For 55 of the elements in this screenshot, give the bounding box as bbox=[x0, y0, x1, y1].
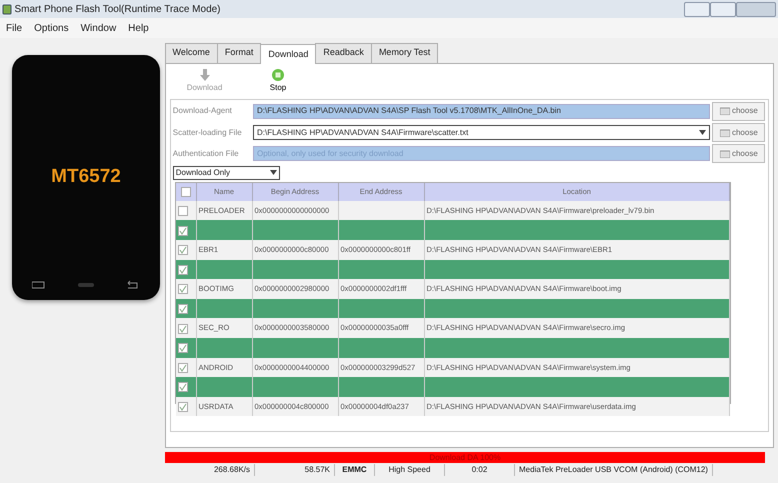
nav-keys-icon bbox=[32, 280, 138, 288]
field-label: Authentication File bbox=[172, 148, 240, 160]
file-dropdown[interactable]: D:\FLASHING HP\ADVAN\ADVAN S4A\Firmware\scatter.txt bbox=[253, 125, 710, 140]
status-text: 58.57K bbox=[255, 464, 335, 476]
menu-item[interactable]: Help bbox=[122, 20, 155, 36]
tab[interactable]: Readback bbox=[315, 43, 372, 62]
menu-item[interactable]: File bbox=[0, 20, 28, 36]
dropdown-arrow-icon bbox=[699, 130, 706, 135]
table-row[interactable] bbox=[176, 298, 730, 318]
table-row[interactable] bbox=[176, 338, 730, 358]
tab[interactable]: Memory Test bbox=[370, 43, 438, 62]
maximize-button[interactable] bbox=[710, 2, 736, 16]
chip-label: MT6572 bbox=[51, 165, 121, 190]
row-checkbox[interactable] bbox=[178, 343, 188, 354]
folder-icon bbox=[720, 128, 730, 136]
tab[interactable]: Format bbox=[216, 43, 262, 62]
window-title: Smart Phone Flash Tool(Runtime Trace Mode) bbox=[14, 2, 221, 16]
app-icon bbox=[2, 4, 12, 14]
close-button[interactable] bbox=[736, 2, 776, 16]
mode-dropdown[interactable]: Download Only bbox=[172, 166, 280, 180]
row-checkbox[interactable] bbox=[178, 402, 188, 412]
download-icon bbox=[198, 68, 212, 82]
choose-button[interactable]: choose bbox=[712, 102, 766, 121]
row-checkbox[interactable] bbox=[178, 284, 188, 294]
tab[interactable]: Download bbox=[260, 44, 316, 64]
field-label: Scatter-loading File bbox=[172, 126, 243, 138]
table-row[interactable] bbox=[176, 260, 730, 280]
row-checkbox[interactable] bbox=[178, 206, 188, 216]
select-all-checkbox[interactable] bbox=[180, 187, 191, 198]
status-text: MediaTek PreLoader USB VCOM (Android) (COM12) bbox=[515, 464, 713, 476]
status-text: 268.68K/s bbox=[165, 464, 255, 476]
stop-button[interactable]: Stop bbox=[248, 68, 308, 94]
row-checkbox[interactable] bbox=[178, 304, 188, 314]
dropdown-arrow-icon bbox=[270, 170, 277, 175]
choose-button[interactable]: choose bbox=[712, 144, 766, 164]
status-text: EMMC bbox=[335, 464, 375, 476]
row-checkbox[interactable] bbox=[178, 362, 188, 373]
minimize-button[interactable] bbox=[684, 2, 710, 16]
folder-icon bbox=[720, 107, 730, 116]
progress-fill: Download DA 100% bbox=[165, 452, 765, 463]
stop-icon bbox=[271, 68, 285, 82]
row-checkbox[interactable] bbox=[178, 245, 188, 256]
row-checkbox[interactable] bbox=[178, 382, 188, 392]
menu-item[interactable]: Window bbox=[74, 20, 122, 36]
row-checkbox[interactable] bbox=[178, 264, 188, 275]
status-text: High Speed bbox=[375, 464, 445, 476]
choose-button[interactable]: choose bbox=[712, 123, 766, 142]
tab[interactable]: Welcome bbox=[164, 43, 218, 62]
field-label: Download-Agent bbox=[172, 105, 233, 118]
row-checkbox[interactable] bbox=[178, 226, 188, 236]
menu-item[interactable]: Options bbox=[28, 20, 75, 36]
file-field[interactable]: D:\FLASHING HP\ADVAN\ADVAN S4A\SP Flash Tool v5.1708\MTK_AllInOne_DA.bin bbox=[253, 104, 710, 119]
row-checkbox[interactable] bbox=[178, 324, 188, 334]
folder-icon bbox=[720, 150, 730, 158]
status-text: 0:02 bbox=[445, 464, 515, 476]
